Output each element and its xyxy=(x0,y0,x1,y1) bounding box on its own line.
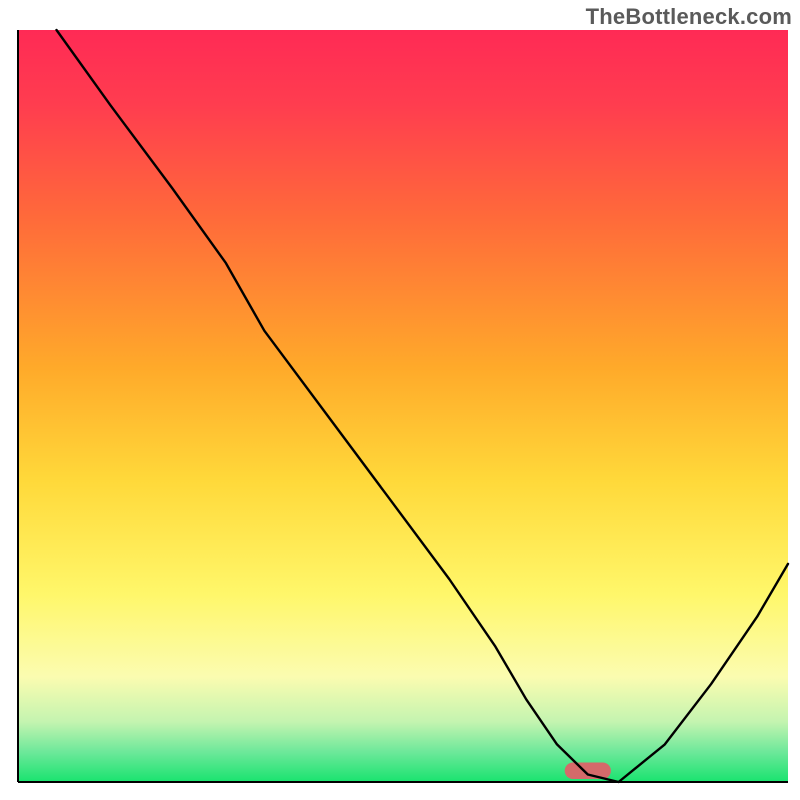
bottleneck-chart xyxy=(0,0,800,800)
chart-container: TheBottleneck.com xyxy=(0,0,800,800)
gradient-background xyxy=(18,30,788,782)
watermark-text: TheBottleneck.com xyxy=(586,4,792,30)
optimal-marker xyxy=(565,762,611,779)
